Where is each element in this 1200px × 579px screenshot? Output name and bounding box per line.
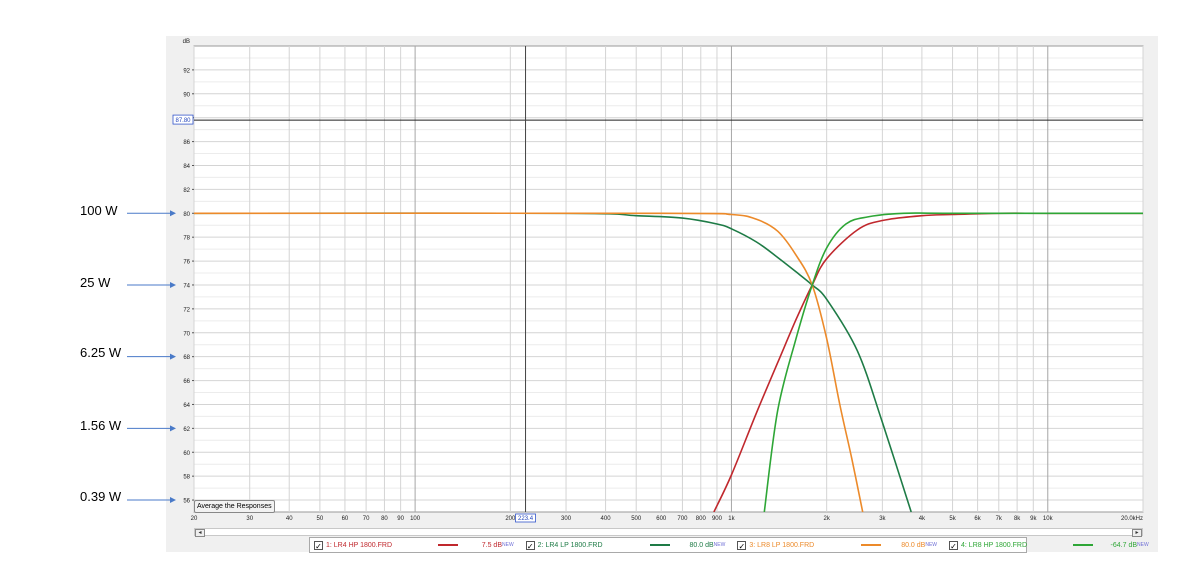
scroll-right-icon[interactable]: ▸ <box>1132 529 1142 537</box>
x-tick-label: 700 <box>677 516 688 522</box>
x-tick-label: 900 <box>712 516 723 522</box>
x-tick-label: 6k <box>974 516 981 522</box>
y-axis-unit-label: dB <box>183 39 190 45</box>
x-tick-label: 50 <box>317 516 324 522</box>
x-tick-label: 100 <box>410 516 421 522</box>
y-tick-label: 82 <box>183 188 190 194</box>
annotation-arrow-head <box>170 353 176 360</box>
y-tick-label: 60 <box>183 451 190 457</box>
legend-swatch <box>1073 544 1094 546</box>
y-tick-label: 56 <box>183 499 190 505</box>
frequency-response-chart: 56586062646668707274767880828486889092dB… <box>127 39 1144 523</box>
legend-item[interactable]: ✓ 3: LR8 LP 1800.FRD 80.0 dB NEW <box>733 538 945 552</box>
x-tick-label: 80 <box>381 516 388 522</box>
checkbox-icon[interactable]: ✓ <box>737 540 747 551</box>
x-tick-label: 8k <box>1014 516 1021 522</box>
legend-item[interactable]: ✓ 2: LR4 LP 1800.FRD 80.0 dB NEW <box>522 538 734 552</box>
x-tick-label: 7k <box>996 516 1003 522</box>
x-tick-label: 600 <box>656 516 667 522</box>
y-tick-label: 78 <box>183 236 190 242</box>
x-tick-label: 800 <box>696 516 707 522</box>
checkbox-icon[interactable]: ✓ <box>525 540 535 551</box>
x-tick-label: 30 <box>246 516 253 522</box>
legend-value: -64.7 dB <box>1110 541 1138 549</box>
legend-swatch <box>438 544 458 546</box>
annotation-arrow-head <box>170 210 176 217</box>
x-tick-label: 400 <box>601 516 612 522</box>
annotation-arrow-head <box>170 425 176 432</box>
x-tick-label: 20.0kHz <box>1121 516 1143 522</box>
legend-name: 4: LR8 HP 1800.FRD <box>961 541 1028 549</box>
x-tick-label: 10k <box>1043 516 1054 522</box>
y-tick-label: 86 <box>183 140 190 146</box>
cursor-freq-readout: 223.4 <box>518 516 534 522</box>
y-tick-label: 58 <box>183 475 190 481</box>
legend-item[interactable]: ✓ 4: LR8 HP 1800.FRD -64.7 dB NEW <box>945 538 1157 552</box>
x-tick-label: 500 <box>631 516 642 522</box>
average-responses-button[interactable]: Average the Responses <box>194 500 275 513</box>
x-tick-label: 9k <box>1030 516 1037 522</box>
legend-swatch <box>649 544 670 546</box>
scroll-left-icon[interactable]: ◂ <box>195 529 205 537</box>
checkbox-icon[interactable]: ✓ <box>949 540 959 551</box>
x-tick-label: 5k <box>949 516 956 522</box>
y-tick-label: 84 <box>183 164 190 170</box>
x-tick-label: 2k <box>823 516 830 522</box>
x-tick-label: 4k <box>919 516 926 522</box>
x-tick-label: 20 <box>191 516 198 522</box>
legend-new-badge: NEW <box>502 542 514 548</box>
y-tick-label: 76 <box>183 260 190 266</box>
plot-area <box>193 45 1144 513</box>
checkbox-icon[interactable]: ✓ <box>314 540 323 551</box>
x-tick-label: 3k <box>879 516 886 522</box>
x-tick-label: 40 <box>286 516 293 522</box>
y-tick-label: 66 <box>183 379 190 385</box>
annotation-arrow-head <box>170 497 176 504</box>
legend-swatch <box>861 544 882 546</box>
y-tick-label: 68 <box>183 355 190 361</box>
legend-new-badge: NEW <box>1137 542 1149 548</box>
legend-new-badge: NEW <box>713 542 726 548</box>
horizontal-scrollbar[interactable]: ◂ ▸ <box>194 528 1143 537</box>
y-tick-label: 72 <box>183 307 190 313</box>
x-tick-label: 60 <box>342 516 349 522</box>
legend-new-badge: NEW <box>925 542 938 548</box>
annotation-arrow-head <box>170 281 176 288</box>
x-tick-label: 70 <box>363 516 370 522</box>
y-tick-label: 92 <box>183 68 190 74</box>
x-tick-label: 1k <box>728 516 735 522</box>
x-tick-label: 90 <box>397 516 404 522</box>
legend-name: 2: LR4 LP 1800.FRD <box>537 541 603 549</box>
y-tick-label: 70 <box>183 331 190 337</box>
cursor-db-readout: 87.80 <box>175 118 191 124</box>
legend-name: 1: LR4 HP 1800.FRD <box>326 541 393 549</box>
y-tick-label: 90 <box>183 92 190 98</box>
y-tick-label: 80 <box>183 212 190 218</box>
legend-value: 80.0 dB <box>689 541 714 549</box>
y-tick-label: 74 <box>183 283 190 289</box>
legend-bar: ✓ 1: LR4 HP 1800.FRD 7.5 dB NEW ✓ 2: LR4… <box>309 537 1149 553</box>
legend-name: 3: LR8 LP 1800.FRD <box>749 541 815 549</box>
x-tick-label: 300 <box>561 516 572 522</box>
y-tick-label: 64 <box>183 403 190 409</box>
x-tick-label: 200 <box>505 516 516 522</box>
legend-value: 80.0 dB <box>901 541 926 549</box>
legend-value: 7.5 dB <box>481 541 502 549</box>
legend-item[interactable]: ✓ 1: LR4 HP 1800.FRD 7.5 dB NEW <box>310 538 522 552</box>
y-tick-label: 62 <box>183 427 190 433</box>
